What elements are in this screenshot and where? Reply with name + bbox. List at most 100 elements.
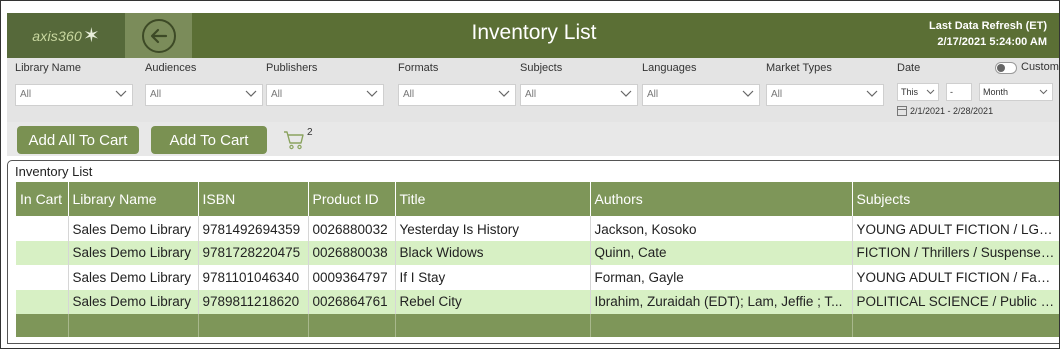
toggle-knob (997, 64, 1005, 72)
cell-in-cart (16, 289, 69, 314)
cell-product-id: 0026880032 (308, 216, 396, 241)
cell-in-cart (16, 265, 69, 290)
publishers-select[interactable]: All (266, 84, 384, 106)
cart-count-badge: 2 (307, 127, 313, 138)
column-header-subjects[interactable]: Subjects (852, 182, 1059, 216)
cell-in-cart (16, 216, 69, 241)
chevron-down-icon (366, 90, 378, 97)
column-header-isbn[interactable]: ISBN (198, 182, 309, 216)
total-cell (16, 314, 69, 337)
audiences-select[interactable]: All (145, 84, 263, 106)
table-row[interactable]: Sales Demo Library 9781728220475 0026880… (16, 240, 1059, 265)
cell-authors: Quinn, Cate (590, 240, 853, 265)
page-title: Inventory List (471, 21, 597, 44)
cell-authors: Jackson, Kosoko (590, 216, 853, 241)
select-value: All (150, 89, 162, 100)
filter-library-name: Library Name All (15, 62, 133, 106)
app-frame: axis360 ✶ Inventory List Last Data Refre… (0, 0, 1060, 349)
cart-icon[interactable] (283, 130, 305, 150)
date-relative-value: This (901, 87, 919, 97)
filter-bar: Library Name All Audiences All Publisher… (7, 58, 1059, 122)
date-unit-select[interactable]: Month (979, 83, 1053, 101)
column-header-product-id[interactable]: Product ID (308, 182, 396, 216)
cell-in-cart (16, 240, 69, 265)
filter-subjects: Subjects All (520, 62, 638, 106)
formats-select[interactable]: All (398, 84, 516, 106)
market-types-select[interactable]: All (766, 84, 884, 106)
cell-authors: Ibrahim, Zuraidah (EDT); Lam, Jeffie ; T… (590, 289, 853, 314)
cell-product-id: 0026880038 (308, 240, 396, 265)
cell-isbn: 9789811218620 (198, 289, 309, 314)
column-header-in-cart[interactable]: In Cart (16, 182, 69, 216)
column-header-library-name[interactable]: Library Name (68, 182, 199, 216)
total-cell (852, 314, 1059, 337)
date-count-value: - (950, 87, 953, 97)
languages-select[interactable]: All (642, 84, 760, 106)
total-cell (308, 314, 396, 337)
filter-label: Subjects (520, 62, 563, 74)
table-title: Inventory List (15, 164, 93, 179)
subjects-select[interactable]: All (520, 84, 638, 106)
header-bar: axis360 ✶ Inventory List Last Data Refre… (7, 13, 1059, 58)
column-header-title[interactable]: Title (395, 182, 591, 216)
date-unit-value: Month (983, 87, 1009, 97)
cell-title: Rebel City (395, 289, 591, 314)
date-relative-select[interactable]: This (897, 83, 939, 101)
cell-authors: Forman, Gayle (590, 265, 853, 290)
cell-subjects: FICTION / Thrillers / Suspense; FI (852, 240, 1059, 265)
cell-subjects: POLITICAL SCIENCE / Public Poli (852, 289, 1059, 314)
select-value: All (525, 89, 537, 100)
filter-languages: Languages All (642, 62, 760, 106)
date-filter: Date Custom This - Month 2/1/2021 - 2/28… (897, 61, 1059, 116)
custom-toggle[interactable] (995, 62, 1017, 74)
table-total-row (16, 314, 1059, 337)
filter-audiences: Audiences All (145, 62, 263, 106)
cell-title: Yesterday Is History (395, 216, 591, 241)
filter-label: Languages (642, 62, 697, 74)
select-value: All (771, 89, 783, 100)
action-bar: Add All To Cart Add To Cart 2 (7, 122, 1059, 156)
refresh-value: 2/17/2021 5:24:00 AM (937, 36, 1047, 48)
total-cell (198, 314, 309, 337)
last-refresh: Last Data Refresh (ET) 2/17/2021 5:24:00… (929, 18, 1047, 50)
select-value: All (20, 89, 32, 100)
filter-market-types: Market Types All (766, 62, 884, 106)
select-value: All (403, 89, 415, 100)
filter-label: Library Name (15, 62, 82, 74)
filter-label: Publishers (266, 62, 318, 74)
table-row[interactable]: Sales Demo Library 9789811218620 0026864… (16, 289, 1059, 314)
cell-library-name: Sales Demo Library (68, 265, 199, 290)
cell-subjects: YOUNG ADULT FICTION / Family (852, 265, 1059, 290)
chevron-down-icon (926, 89, 935, 95)
table-header-row: In Cart Library Name ISBN Product ID Tit… (16, 182, 1059, 216)
total-cell (590, 314, 853, 337)
date-count-input[interactable]: - (946, 83, 972, 101)
custom-label: Custom (1021, 61, 1059, 73)
add-to-cart-button[interactable]: Add To Cart (151, 126, 267, 154)
select-value: All (647, 89, 659, 100)
select-value: All (271, 89, 283, 100)
filter-formats: Formats All (398, 62, 516, 106)
cell-isbn: 9781101046340 (198, 265, 309, 290)
chevron-down-icon (498, 90, 510, 97)
chevron-down-icon (115, 90, 127, 97)
cell-isbn: 9781728220475 (198, 240, 309, 265)
library-name-select[interactable]: All (15, 84, 133, 106)
calendar-icon (897, 106, 907, 116)
date-range: 2/1/2021 - 2/28/2021 (897, 106, 993, 116)
filter-label: Formats (398, 62, 439, 74)
refresh-label: Last Data Refresh (ET) (929, 20, 1047, 32)
table-row[interactable]: Sales Demo Library 9781101046340 0009364… (16, 265, 1059, 290)
cell-isbn: 9781492694359 (198, 216, 309, 241)
cell-subjects: YOUNG ADULT FICTION / LGBT; Y (852, 216, 1059, 241)
filter-publishers: Publishers All (266, 62, 384, 106)
table-row[interactable]: Sales Demo Library 9781492694359 0026880… (16, 216, 1059, 241)
cell-title: If I Stay (395, 265, 591, 290)
cell-library-name: Sales Demo Library (68, 289, 199, 314)
filter-label: Market Types (766, 62, 832, 74)
column-header-authors[interactable]: Authors (590, 182, 853, 216)
chevron-down-icon (866, 90, 878, 97)
total-cell (68, 314, 199, 337)
add-all-to-cart-button[interactable]: Add All To Cart (17, 126, 139, 154)
inventory-table: In Cart Library Name ISBN Product ID Tit… (16, 182, 1059, 337)
